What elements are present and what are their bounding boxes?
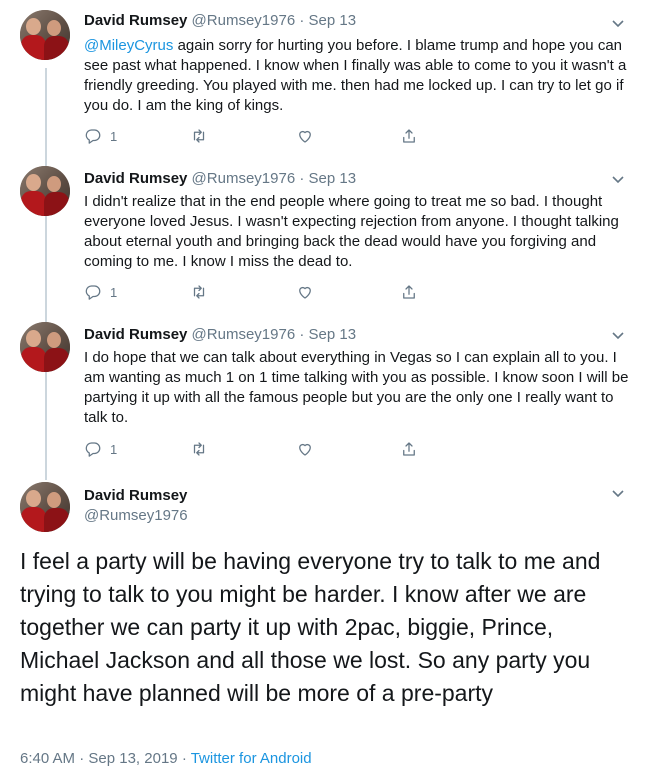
avatar[interactable] [20,322,70,372]
like-button[interactable] [296,282,314,302]
thread-tweet-1[interactable]: David Rumsey @Rumsey1976 · Sep 13 @Miley… [0,0,649,158]
reply-button[interactable]: 1 [84,126,117,146]
user-handle[interactable]: @Rumsey1976 [192,170,296,187]
tweet-text: I do hope that we can talk about everyth… [84,348,629,428]
share-button[interactable] [400,126,418,146]
share-icon [403,442,415,456]
avatar[interactable] [20,166,70,216]
tweet-source-link[interactable]: Twitter for Android [191,750,312,767]
tweet-text: I didn't realize that in the end people … [84,192,629,272]
retweet-button[interactable] [190,282,208,302]
tweet-actions: 1 [84,439,444,459]
avatar[interactable] [20,10,70,60]
user-handle[interactable]: @Rumsey1976 [192,326,296,343]
tweet-body: I feel a party will be having everyone t… [20,548,601,706]
tweet-actions: 1 [84,282,444,302]
share-icon [403,129,415,143]
tweet-date[interactable]: Sep 13 [309,326,357,343]
separator: · [79,750,85,767]
tweet-time[interactable]: 6:40 AM [20,750,75,767]
reply-icon [85,285,101,300]
share-icon [403,285,415,299]
mention-link[interactable]: @MileyCyrus [84,37,173,54]
separator: · [299,326,305,343]
like-icon [299,286,311,299]
separator: · [299,170,305,187]
display-name[interactable]: David Rumsey [84,12,187,29]
tweet-body: I didn't realize that in the end people … [84,193,619,270]
chevron-down-icon[interactable] [611,174,625,184]
reply-count: 1 [110,284,118,300]
reply-button[interactable]: 1 [84,282,117,302]
thread-tweet-3[interactable]: David Rumsey @Rumsey1976 · Sep 13 I do h… [0,314,649,474]
reply-icon [85,129,101,144]
like-icon [299,130,311,143]
tweet-actions: 1 [84,126,444,146]
tweet-footer: 6:40 AM · Sep 13, 2019 · Twitter for And… [20,750,312,767]
tweet-header: David Rumsey @Rumsey1976 · Sep 13 [84,326,356,343]
thread-tweet-2[interactable]: David Rumsey @Rumsey1976 · Sep 13 I didn… [0,158,649,314]
reply-icon [85,442,101,457]
reply-count: 1 [110,128,118,144]
share-button[interactable] [400,282,418,302]
display-name[interactable]: David Rumsey [84,487,187,504]
tweet-date[interactable]: Sep 13 [309,12,357,29]
tweet-text: @MileyCyrus again sorry for hurting you … [84,36,629,116]
chevron-down-icon[interactable] [611,488,625,498]
retweet-button[interactable] [190,126,208,146]
tweet-body: I do hope that we can talk about everyth… [84,349,629,426]
chevron-down-icon[interactable] [611,330,625,340]
like-icon [299,443,311,456]
tweet-header: David Rumsey @Rumsey1976 · Sep 13 [84,12,356,29]
chevron-down-icon[interactable] [611,18,625,28]
tweet-header: David Rumsey @Rumsey1976 · Sep 13 [84,170,356,187]
tweet-date[interactable]: Sep 13 [309,170,357,187]
display-name[interactable]: David Rumsey [84,170,187,187]
user-handle[interactable]: @Rumsey1976 [192,12,296,29]
retweet-icon [193,285,205,299]
separator: · [181,750,187,767]
user-handle[interactable]: @Rumsey1976 [84,507,188,524]
reply-button[interactable]: 1 [84,439,117,459]
retweet-icon [193,442,205,456]
retweet-icon [193,129,205,143]
tweet-full-date[interactable]: Sep 13, 2019 [88,750,177,767]
retweet-button[interactable] [190,439,208,459]
share-button[interactable] [400,439,418,459]
like-button[interactable] [296,126,314,146]
avatar[interactable] [20,482,70,532]
separator: · [299,12,305,29]
display-name[interactable]: David Rumsey [84,326,187,343]
like-button[interactable] [296,439,314,459]
reply-count: 1 [110,441,118,457]
